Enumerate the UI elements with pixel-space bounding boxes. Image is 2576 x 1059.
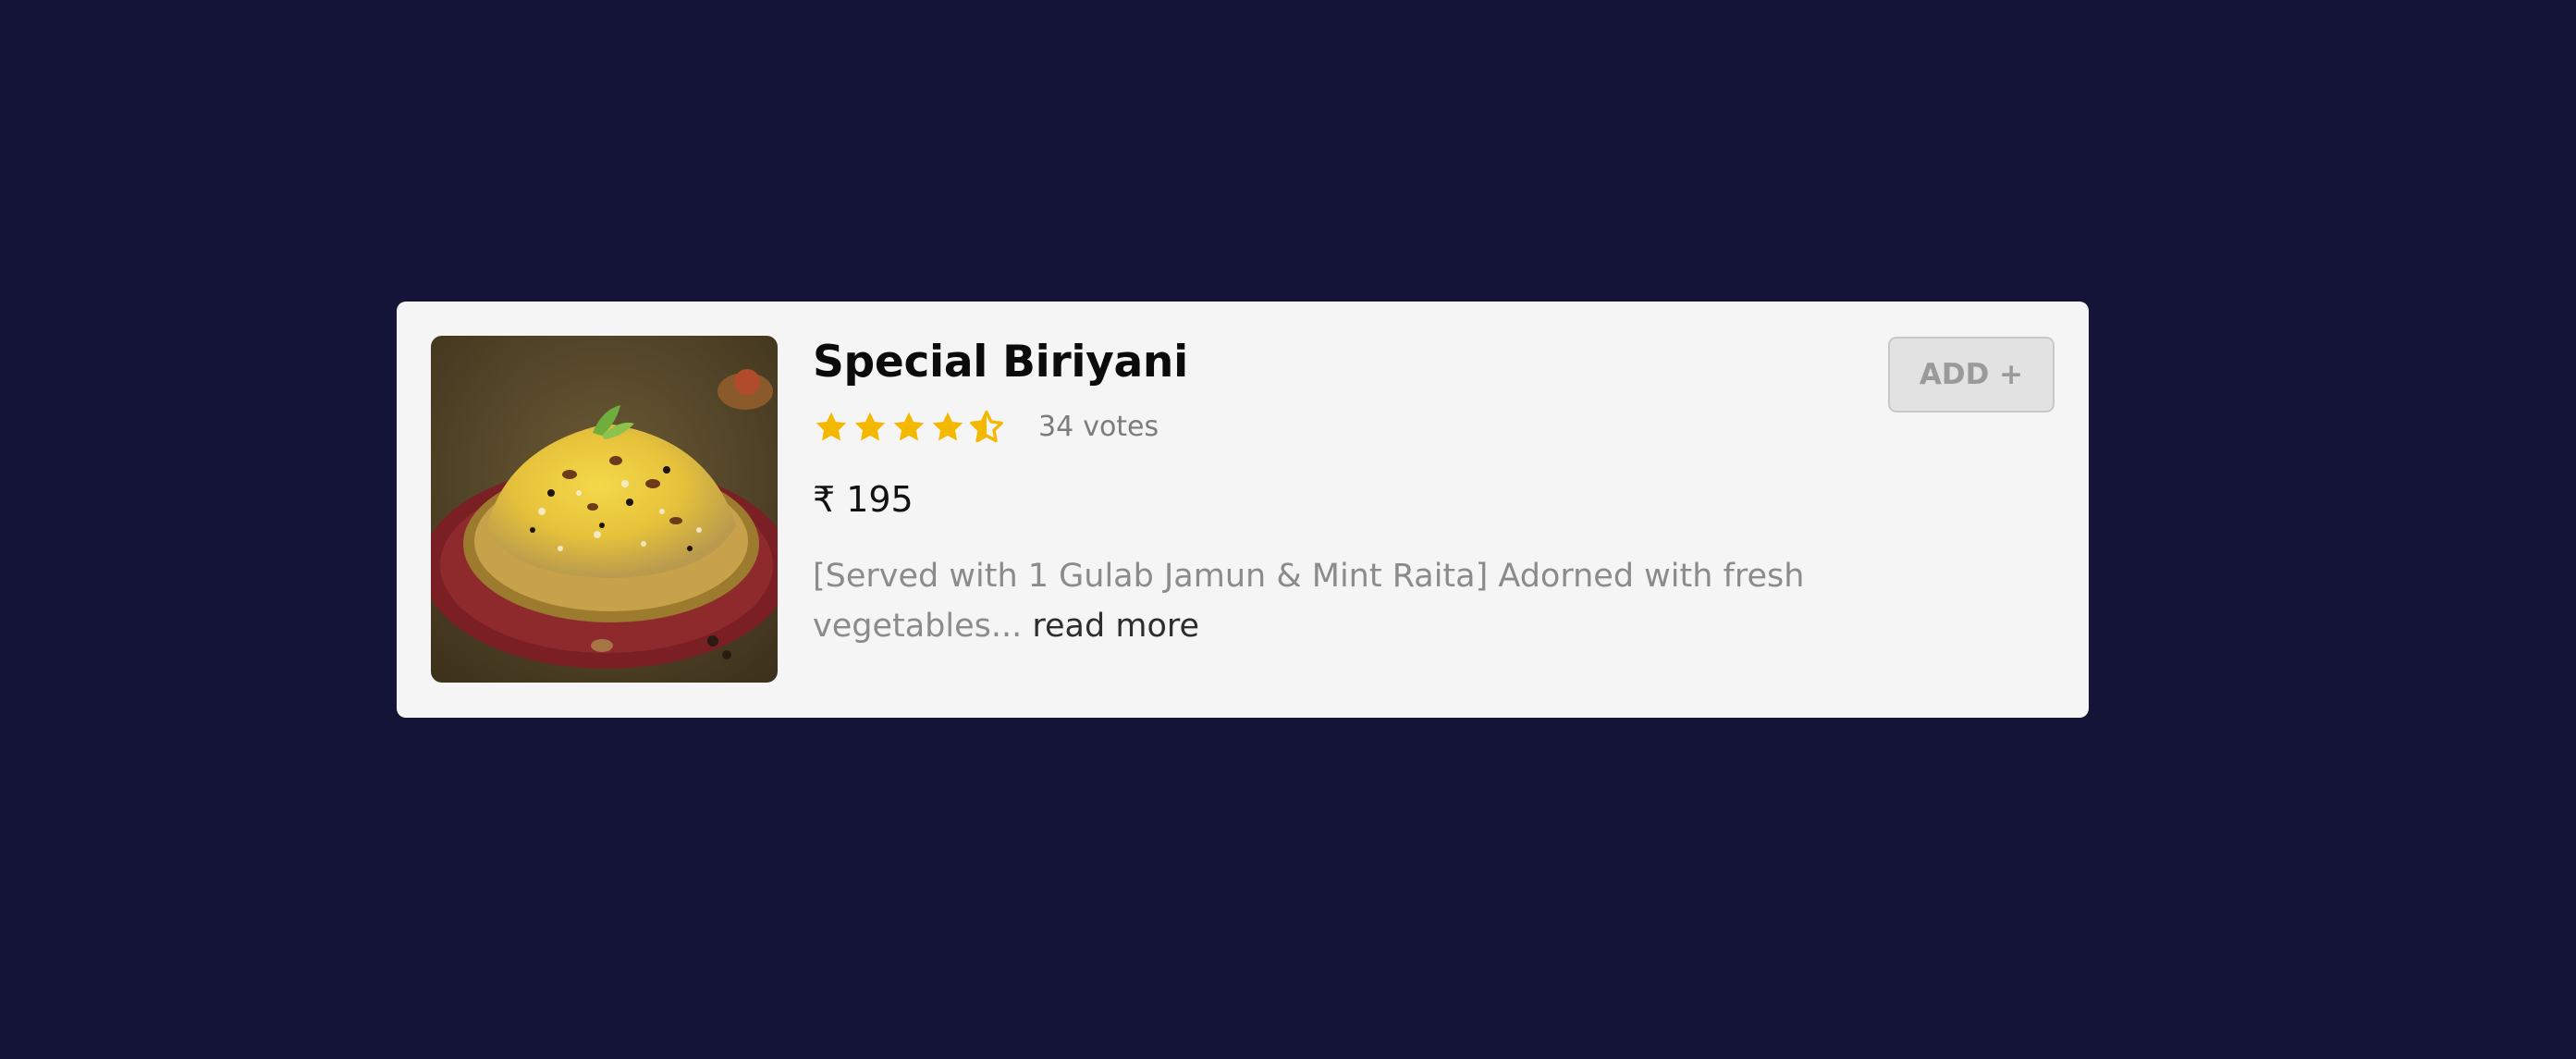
star-full-icon: [852, 409, 889, 446]
star-half-icon: [968, 409, 1005, 446]
votes-label: votes: [1083, 411, 1159, 444]
rating-row: 34 votes: [813, 407, 1876, 448]
star-full-icon: [890, 409, 927, 446]
votes-number: 34: [1038, 411, 1074, 444]
dish-info: Special Biriyani 34 votes ₹ 195 [Served …: [813, 339, 1876, 651]
dish-price: ₹ 195: [813, 479, 1876, 520]
votes-count: 34 votes: [1038, 411, 1159, 443]
dish-description: [Served with 1 Gulab Jamun & Mint Raita]…: [813, 557, 1805, 645]
biriyani-image-icon: [431, 336, 778, 683]
star-full-icon: [929, 409, 966, 446]
add-to-cart-button[interactable]: ADD +: [1888, 337, 2055, 413]
dish-description-block: [Served with 1 Gulab Jamun & Mint Raita]…: [813, 551, 1848, 651]
menu-item-card: Special Biriyani 34 votes ₹ 195 [Served …: [397, 302, 2089, 718]
currency-symbol: ₹: [813, 478, 836, 520]
dish-image: [431, 336, 778, 683]
star-rating: [813, 409, 1007, 446]
star-full-icon: [813, 409, 850, 446]
dish-title: Special Biriyani: [813, 337, 1188, 388]
read-more-link[interactable]: read more: [1032, 608, 1199, 645]
price-amount: 195: [846, 478, 914, 520]
